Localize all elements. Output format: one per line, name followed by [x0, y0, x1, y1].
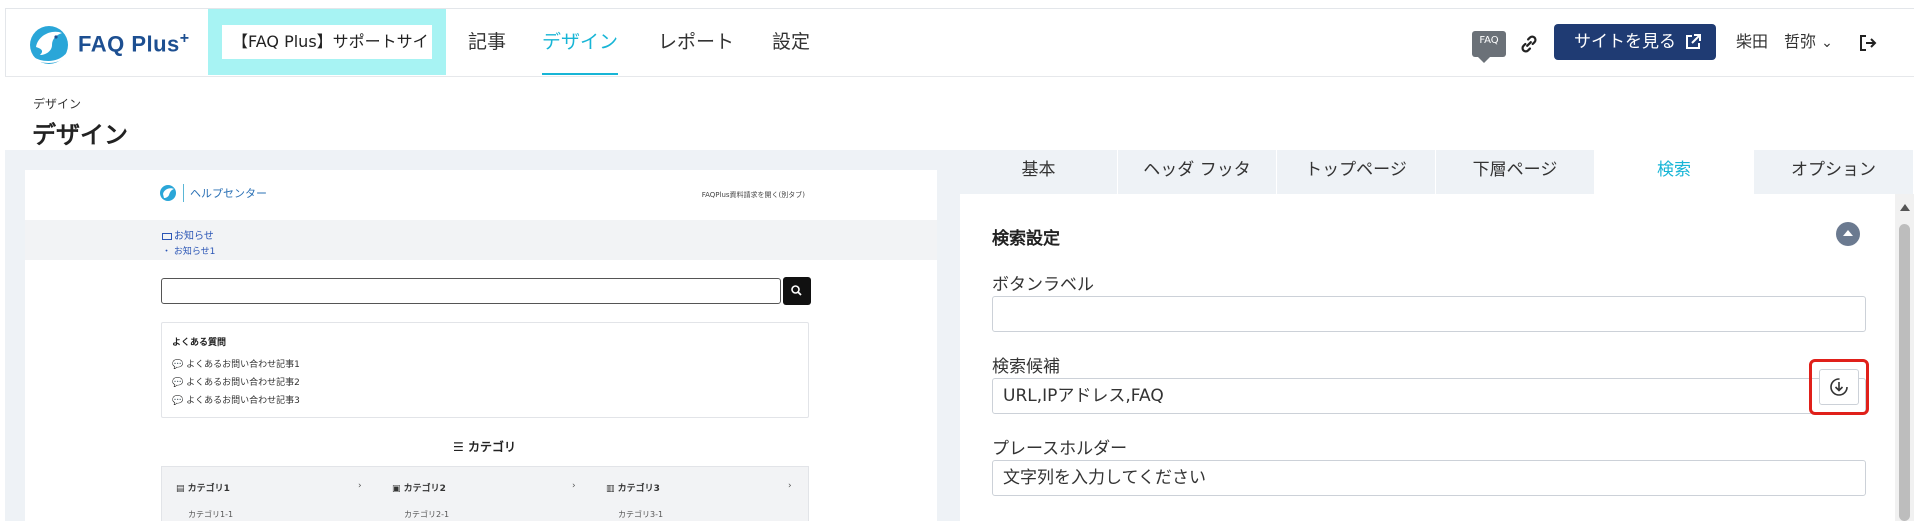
site-name[interactable]: 【FAQ Plus】サポートサイト [222, 25, 432, 59]
top-nav-bar: FAQ Plus+ 【FAQ Plus】サポートサイト 記事 デザイン レポート… [5, 8, 1914, 76]
preview-subcategory: カテゴリ3-1 [618, 510, 664, 519]
preview-faq-item: 💬 よくあるお問い合わせ記事3 [172, 396, 300, 406]
nav-design[interactable]: デザイン [542, 9, 619, 75]
section-title: 検索設定 [992, 229, 1060, 249]
preview-subcategory: カテゴリ2-1 [404, 510, 450, 519]
chat-icon: 💬 [172, 396, 184, 406]
settings-panel: 基本 ヘッダ フッタ トップページ 下層ページ 検索 オプション 検索設定 ボタ… [960, 150, 1914, 521]
tab-options[interactable]: オプション [1754, 150, 1914, 194]
preview-top-link: FAQPlus資料請求を開く(別タブ) [701, 191, 805, 199]
app-logo[interactable]: FAQ Plus+ [26, 21, 190, 67]
nav-articles[interactable]: 記事 [468, 9, 506, 75]
preview-faq-box: よくある質問 💬 よくあるお問い合わせ記事1 💬 よくあるお問い合わせ記事2 💬… [161, 322, 809, 418]
settings-tabs: 基本 ヘッダ フッタ トップページ 下層ページ 検索 オプション [960, 150, 1914, 194]
nav-settings[interactable]: 設定 [772, 9, 810, 75]
suggestion-generate-inner[interactable] [1819, 369, 1859, 405]
user-name: 柴田 哲弥 [1736, 32, 1817, 51]
preview-site-label: ヘルプセンター [190, 187, 267, 200]
search-suggestions-input[interactable]: URL,IPアドレス,FAQ [992, 378, 1866, 414]
news-icon [162, 232, 172, 240]
preview-category-title: ☰ カテゴリ [453, 440, 516, 454]
chevron-right-icon: › [788, 481, 792, 491]
preview-search-button [783, 277, 811, 305]
page-header: デザイン デザイン [5, 76, 1914, 150]
dolphin-logo-icon [160, 185, 176, 201]
scroll-up-icon[interactable] [1900, 204, 1910, 211]
chevron-right-icon: › [572, 481, 576, 491]
suggestion-generate-button[interactable] [1809, 359, 1869, 415]
site-preview: ヘルプセンター FAQPlus資料請求を開く(別タブ) お知らせ ・ お知らせ1… [25, 170, 937, 521]
preview-category: ▥ カテゴリ3 [606, 484, 660, 494]
tab-basic[interactable]: 基本 [960, 150, 1118, 194]
button-label-input[interactable] [992, 296, 1866, 332]
logo-text: FAQ Plus+ [78, 30, 190, 57]
tab-header-footer[interactable]: ヘッダ フッタ [1118, 150, 1277, 194]
preview-faq-item: 💬 よくあるお問い合わせ記事1 [172, 360, 300, 370]
logout-icon[interactable] [1858, 33, 1878, 53]
scrollbar[interactable] [1895, 194, 1914, 521]
preview-subcategory: カテゴリ1-1 [188, 510, 234, 519]
site-selector[interactable]: 【FAQ Plus】サポートサイト [208, 9, 446, 75]
scroll-thumb[interactable] [1899, 224, 1910, 521]
search-suggestions-label: 検索候補 [992, 357, 1060, 377]
tab-search[interactable]: 検索 [1595, 150, 1754, 194]
preview-faq-item: 💬 よくあるお問い合わせ記事2 [172, 378, 300, 388]
preview-search-input [161, 278, 781, 304]
main-content: ヘルプセンター FAQPlus資料請求を開く(別タブ) お知らせ ・ お知らせ1… [5, 150, 1914, 521]
preview-news-item: ・ お知らせ1 [162, 247, 216, 257]
preview-faq-title: よくある質問 [172, 338, 227, 348]
chevron-down-icon: ⌄ [1821, 35, 1833, 51]
list-icon: ☰ [453, 440, 464, 454]
faq-badge-icon[interactable]: FAQ [1472, 31, 1506, 63]
chevron-right-icon: › [358, 481, 362, 491]
preview-news: お知らせ ・ お知らせ1 [25, 220, 937, 260]
category-icon: ▤ [176, 484, 185, 494]
placeholder-input[interactable]: 文字列を入力してください [992, 460, 1866, 496]
placeholder-label: プレースホルダー [992, 439, 1128, 459]
logo-separator [183, 184, 184, 202]
collapse-button[interactable] [1836, 222, 1860, 246]
button-label-label: ボタンラベル [992, 275, 1094, 295]
chat-icon: 💬 [172, 360, 184, 370]
category-icon: ▥ [606, 484, 615, 494]
preview-category: ▣ カテゴリ2 [392, 484, 446, 494]
preview-news-title: お知らせ [162, 227, 214, 242]
page-title: デザイン [32, 121, 128, 149]
external-link-icon [1686, 34, 1701, 49]
user-menu[interactable]: 柴田 哲弥 ⌄ [1736, 9, 1833, 76]
tab-sub-page[interactable]: 下層ページ [1436, 150, 1595, 194]
preview-category-grid: ▤ カテゴリ1 › カテゴリ1-1 ▣ カテゴリ2 › カテゴリ2-1 ▥ カテ… [161, 466, 809, 521]
sparkle-download-icon [1830, 378, 1848, 396]
category-icon: ▣ [392, 484, 401, 494]
view-site-label: サイトを見る [1574, 32, 1676, 52]
preview-category: ▤ カテゴリ1 [176, 484, 230, 494]
chat-icon: 💬 [172, 378, 184, 388]
link-icon[interactable] [1518, 33, 1540, 55]
search-icon [791, 285, 802, 296]
breadcrumb[interactable]: デザイン [33, 95, 81, 112]
nav-reports[interactable]: レポート [658, 9, 734, 75]
dolphin-logo-icon [30, 26, 68, 64]
view-site-button[interactable]: サイトを見る [1554, 24, 1716, 60]
preview-header: ヘルプセンター FAQPlus資料請求を開く(別タブ) [25, 170, 937, 220]
tab-top-page[interactable]: トップページ [1277, 150, 1436, 194]
preview-logo: ヘルプセンター [159, 184, 267, 202]
